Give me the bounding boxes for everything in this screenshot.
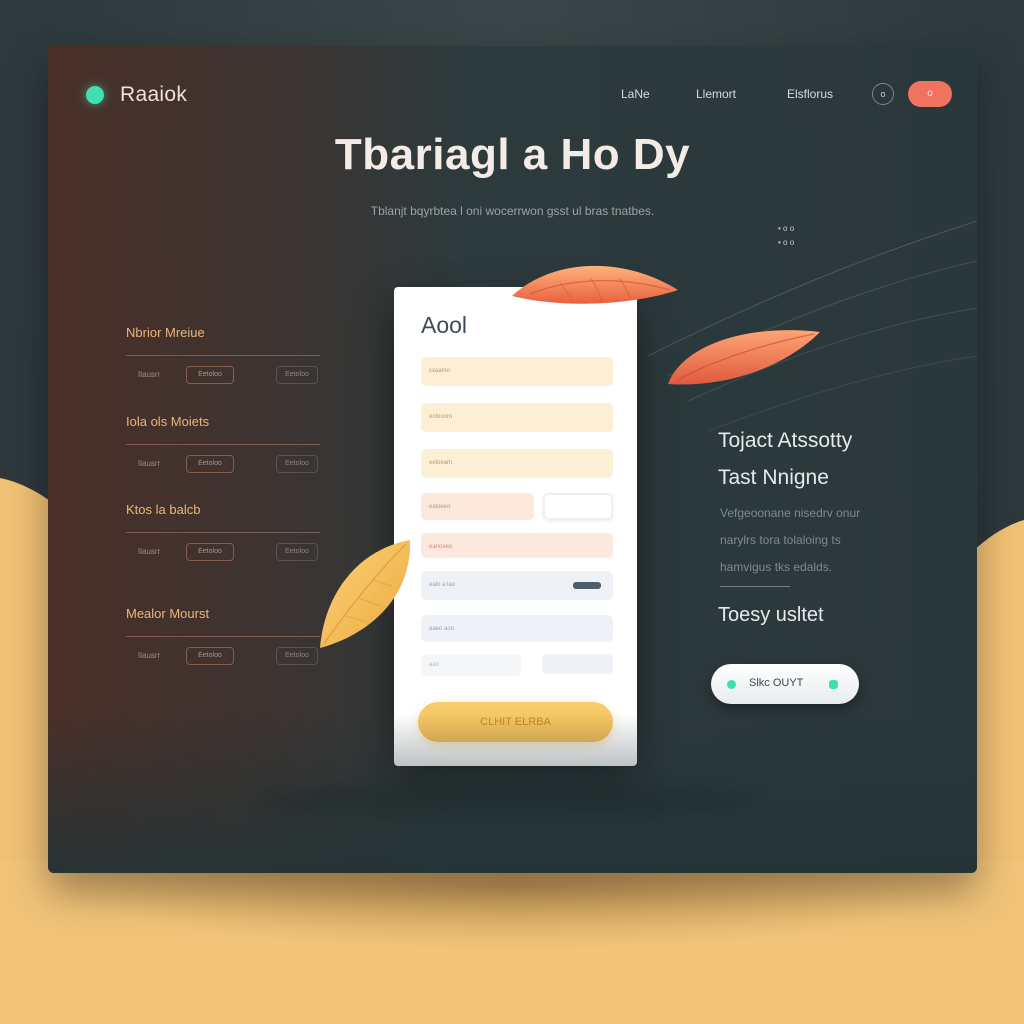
row-chip-secondary[interactable]: Eetoloo	[276, 647, 318, 665]
card-floor-shadow	[258, 784, 758, 820]
submit-button[interactable]: CLHIT ELRBA	[418, 702, 613, 742]
nav-pill-button[interactable]: o	[908, 81, 952, 107]
right-title: Tojact Atssotty Tast Nnigne	[718, 422, 958, 496]
right-title-line: Tast Nnigne	[718, 466, 829, 489]
form-field-small[interactable]	[542, 654, 613, 674]
leaf-icon	[512, 265, 678, 304]
form-card: Aool cxaamo eolooom eeloeam ealoeeo eano…	[394, 287, 637, 766]
divider	[126, 444, 320, 445]
left-group-heading: Nbrior Mreiue	[126, 325, 205, 340]
left-group-row: Ilausrr Eetoloo Eetoloo	[126, 366, 320, 386]
cta-button[interactable]: Slkc OUYT	[711, 664, 859, 704]
row-chip-secondary[interactable]: Eetoloo	[276, 366, 318, 384]
field-toggle-icon[interactable]	[573, 582, 601, 589]
cta-label: Slkc OUYT	[749, 677, 804, 689]
left-group-heading: Iola ols Moiets	[126, 414, 210, 429]
left-group-3: Ktos la balcb Ilausrr Eetoloo Eetoloo	[126, 502, 320, 563]
divider	[126, 636, 320, 637]
right-body-line: hamvigus tks edalds.	[720, 560, 833, 574]
side-note-line: • o o	[778, 238, 795, 247]
brand-name[interactable]: Raaiok	[120, 83, 187, 107]
row-label: Ilausrr	[138, 370, 161, 379]
left-group-heading: Ktos la balcb	[126, 502, 201, 517]
row-chip[interactable]: Eetoloo	[186, 366, 234, 384]
side-note-line: • o o	[778, 224, 795, 233]
form-field-4[interactable]: ealoeeo	[421, 493, 534, 520]
left-group-row: Ilausrr Eetoloo Eetoloo	[126, 543, 320, 563]
row-label: Ilausrr	[138, 547, 161, 556]
right-body-line: Vefgeoonane nisedrv onur	[720, 506, 861, 520]
form-field-6-placeholder: ealo a lao	[429, 582, 456, 588]
form-field-8[interactable]: aao	[421, 654, 521, 676]
left-group-1: Nbrior Mreiue Ilausrr Eetoloo Eetoloo	[126, 325, 320, 386]
logo-icon	[86, 86, 104, 104]
nav-link-2[interactable]: Llemort	[696, 87, 736, 101]
form-field-7[interactable]: aaeo aoo	[421, 615, 613, 642]
nav-link-3[interactable]: Elsflorus	[787, 87, 833, 101]
row-chip[interactable]: Eetoloo	[186, 455, 234, 473]
left-group-2: Iola ols Moiets Ilausrr Eetoloo Eetoloo	[126, 414, 320, 475]
left-group-heading: Mealor Mourst	[126, 606, 210, 621]
app-window: Raaiok LaNe Llemort Elsflorus o o Tbaria…	[48, 46, 977, 873]
right-title-line: Tojact Atssotty	[718, 429, 853, 452]
nav-link-1[interactable]: LaNe	[621, 87, 650, 101]
backdrop-shadow	[60, 860, 964, 950]
row-chip[interactable]: Eetoloo	[186, 543, 234, 561]
form-field-3[interactable]: eeloeam	[421, 449, 613, 478]
right-body-line: narylrs tora tolaloing ts	[720, 533, 841, 547]
left-group-4: Mealor Mourst Ilausrr Eetoloo Eetoloo	[126, 606, 320, 667]
form-field-6[interactable]: ealo a lao	[421, 571, 613, 600]
divider	[720, 586, 790, 587]
row-label: Ilausrr	[138, 459, 161, 468]
row-chip[interactable]: Eetoloo	[186, 647, 234, 665]
arrow-icon	[829, 680, 838, 689]
form-field-5[interactable]: eanoeeo	[421, 533, 613, 558]
hero-title: Tbariagl a Ho Dy	[334, 130, 691, 179]
form-field-2[interactable]: eolooom	[421, 403, 613, 432]
left-group-row: Ilausrr Eetoloo Eetoloo	[126, 647, 320, 667]
row-chip-secondary[interactable]: Eetoloo	[276, 543, 318, 561]
leaf-icon	[320, 540, 411, 648]
right-body-text: Vefgeoonane nisedrv onur narylrs tora to…	[720, 500, 920, 581]
nav-circle-button[interactable]: o	[872, 83, 894, 105]
hero-subtitle: Tblanjt bqyrbtea l oni wocerrwon gsst ul…	[370, 204, 655, 218]
row-chip-secondary[interactable]: Eetoloo	[276, 455, 318, 473]
divider	[126, 355, 320, 356]
side-note: • o o • o o	[778, 222, 818, 250]
row-label: Ilausrr	[138, 651, 161, 660]
form-field-1[interactable]: cxaamo	[421, 357, 613, 386]
form-title: Aool	[421, 312, 468, 338]
form-field-small-input[interactable]	[543, 493, 613, 520]
left-group-row: Ilausrr Eetoloo Eetoloo	[126, 455, 320, 475]
right-subtitle: Toesy usltet	[718, 604, 824, 626]
divider	[126, 532, 320, 533]
dot-icon	[727, 680, 736, 689]
leaf-icon	[668, 330, 820, 385]
